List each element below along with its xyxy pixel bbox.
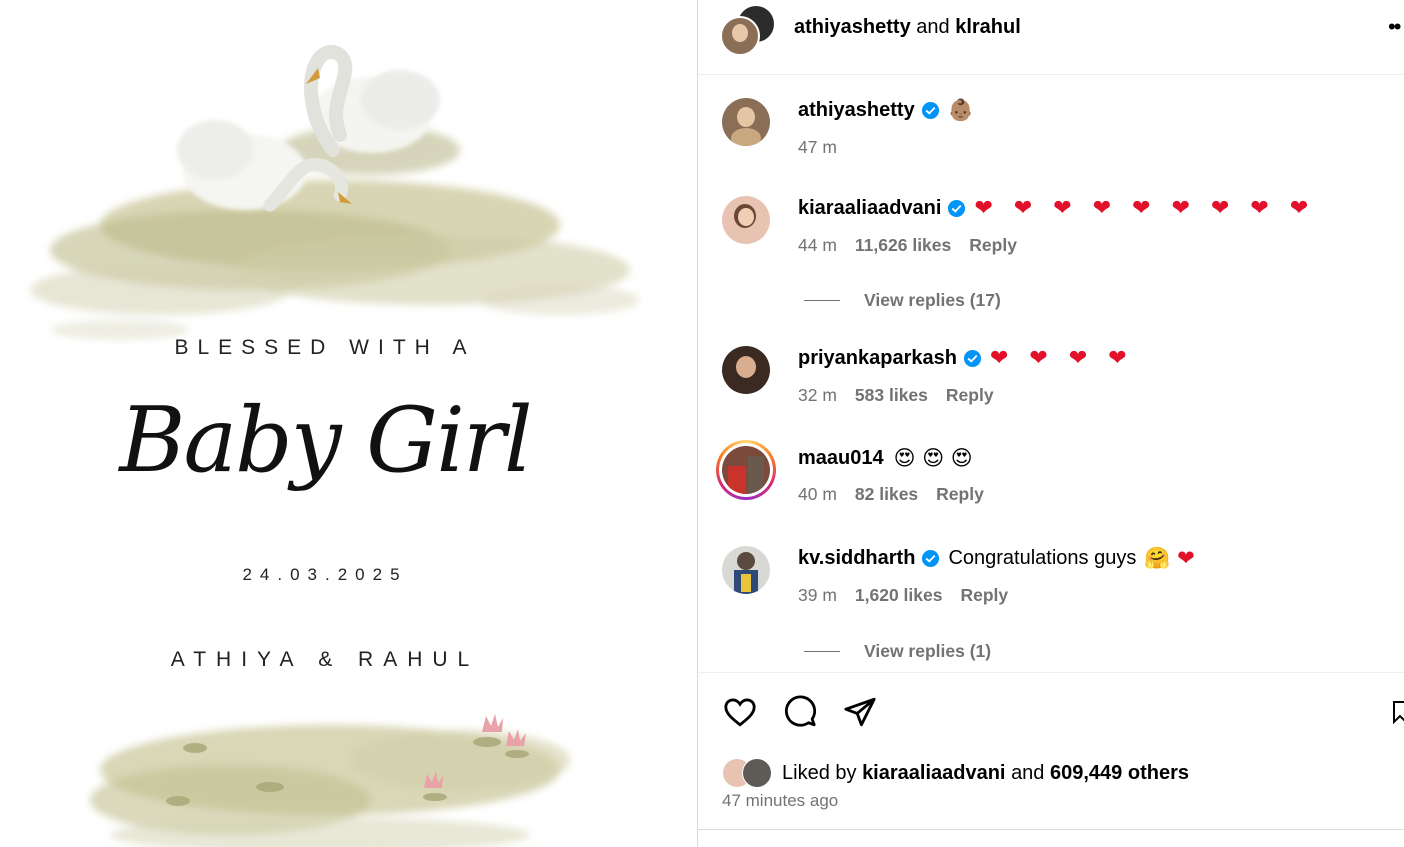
comment-time[interactable]: 40 m bbox=[798, 484, 837, 504]
post-actions: Liked by kiaraaliaadvani and 609,449 oth… bbox=[698, 672, 1404, 833]
view-replies-label: View replies (17) bbox=[864, 290, 1001, 310]
liked-by-user[interactable]: kiaraaliaadvani bbox=[862, 762, 1005, 785]
caption-text: 👶🏽 bbox=[947, 98, 974, 122]
liked-by-others[interactable]: 609,449 others bbox=[1050, 762, 1189, 785]
comment-text: Congratulations guys bbox=[948, 547, 1137, 569]
replies-divider bbox=[804, 300, 840, 301]
share-paper-plane-icon[interactable] bbox=[842, 695, 878, 729]
reply-button[interactable]: Reply bbox=[936, 484, 984, 504]
comment-input-divider bbox=[698, 829, 1404, 830]
comment-username[interactable]: kiaraaliaadvani bbox=[798, 197, 941, 220]
comment-time[interactable]: 32 m bbox=[798, 385, 837, 405]
comment-bubble-icon[interactable] bbox=[782, 695, 818, 729]
comment-username[interactable]: priyankaparkash bbox=[798, 347, 957, 370]
verified-badge-icon bbox=[922, 549, 940, 568]
post-header: athiyashetty and klrahul •• bbox=[698, 0, 1404, 75]
view-replies-button[interactable]: View replies (1) bbox=[804, 641, 991, 662]
avatar[interactable] bbox=[722, 546, 770, 594]
comment-time[interactable]: 39 m bbox=[798, 585, 837, 605]
verified-badge-icon bbox=[921, 101, 939, 120]
save-bookmark-icon[interactable] bbox=[1392, 695, 1404, 729]
header-user1[interactable]: athiyashetty bbox=[794, 16, 911, 38]
view-replies-button[interactable]: View replies (17) bbox=[804, 290, 1001, 311]
more-options-icon[interactable]: •• bbox=[1388, 14, 1401, 40]
header-user2[interactable]: klrahul bbox=[955, 16, 1021, 38]
caption-time[interactable]: 47 m bbox=[798, 137, 837, 157]
comment-emoji: 🤗 ❤ bbox=[1144, 546, 1195, 570]
comment-likes[interactable]: 1,620 likes bbox=[855, 585, 943, 605]
verified-badge-icon bbox=[963, 349, 982, 368]
invitation-line1: BLESSED WITH A bbox=[174, 336, 476, 359]
reply-button[interactable]: Reply bbox=[946, 385, 994, 405]
caption-username[interactable]: athiyashetty bbox=[798, 99, 915, 122]
comment-likes[interactable]: 583 likes bbox=[855, 385, 928, 405]
reply-button[interactable]: Reply bbox=[960, 585, 1008, 605]
liked-by: Liked by kiaraaliaadvani and 609,449 oth… bbox=[722, 758, 1189, 788]
verified-badge-icon bbox=[948, 199, 966, 218]
avatar[interactable] bbox=[722, 196, 770, 244]
comment-time[interactable]: 44 m bbox=[798, 235, 837, 255]
post-timestamp[interactable]: 47 minutes ago bbox=[722, 791, 838, 811]
avatar-athiyashetty[interactable] bbox=[720, 16, 760, 56]
reply-button[interactable]: Reply bbox=[969, 235, 1017, 255]
comment-text: ❤ ❤ ❤ ❤ bbox=[989, 346, 1134, 371]
avatar[interactable] bbox=[722, 346, 770, 394]
header-title: athiyashetty and klrahul bbox=[794, 16, 1021, 39]
invitation-date: 24.03.2025 bbox=[242, 565, 408, 584]
story-ring-avatar[interactable] bbox=[716, 440, 776, 500]
liked-by-avatars[interactable] bbox=[722, 758, 774, 788]
avatar[interactable] bbox=[722, 98, 770, 146]
post-panel: athiyashetty and klrahul •• athiyashetty… bbox=[697, 0, 1404, 847]
comment-text: 😍 😍 😍 bbox=[893, 446, 973, 470]
comment-text: ❤ ❤ ❤ ❤ ❤ ❤ ❤ ❤ ❤ bbox=[974, 196, 1316, 221]
invitation-script-title: Baby Girl bbox=[119, 388, 532, 493]
comment-likes[interactable]: 11,626 likes bbox=[855, 235, 951, 255]
invitation-names: ATHIYA & RAHUL bbox=[170, 648, 480, 671]
post-image[interactable]: BLESSED WITH A Baby Girl 24.03.2025 ATHI… bbox=[0, 0, 697, 847]
liked-by-prefix: Liked by bbox=[782, 761, 857, 784]
replies-divider bbox=[804, 651, 840, 652]
liked-by-joiner: and bbox=[1011, 761, 1045, 784]
comment-username[interactable]: kv.siddharth bbox=[798, 547, 915, 570]
watercolor-wash-top bbox=[30, 125, 640, 340]
view-replies-label: View replies (1) bbox=[864, 641, 992, 661]
comment-likes[interactable]: 82 likes bbox=[855, 484, 918, 504]
header-joiner: and bbox=[916, 16, 950, 38]
like-heart-icon[interactable] bbox=[722, 695, 758, 729]
comment-username[interactable]: maau014 bbox=[798, 447, 884, 470]
